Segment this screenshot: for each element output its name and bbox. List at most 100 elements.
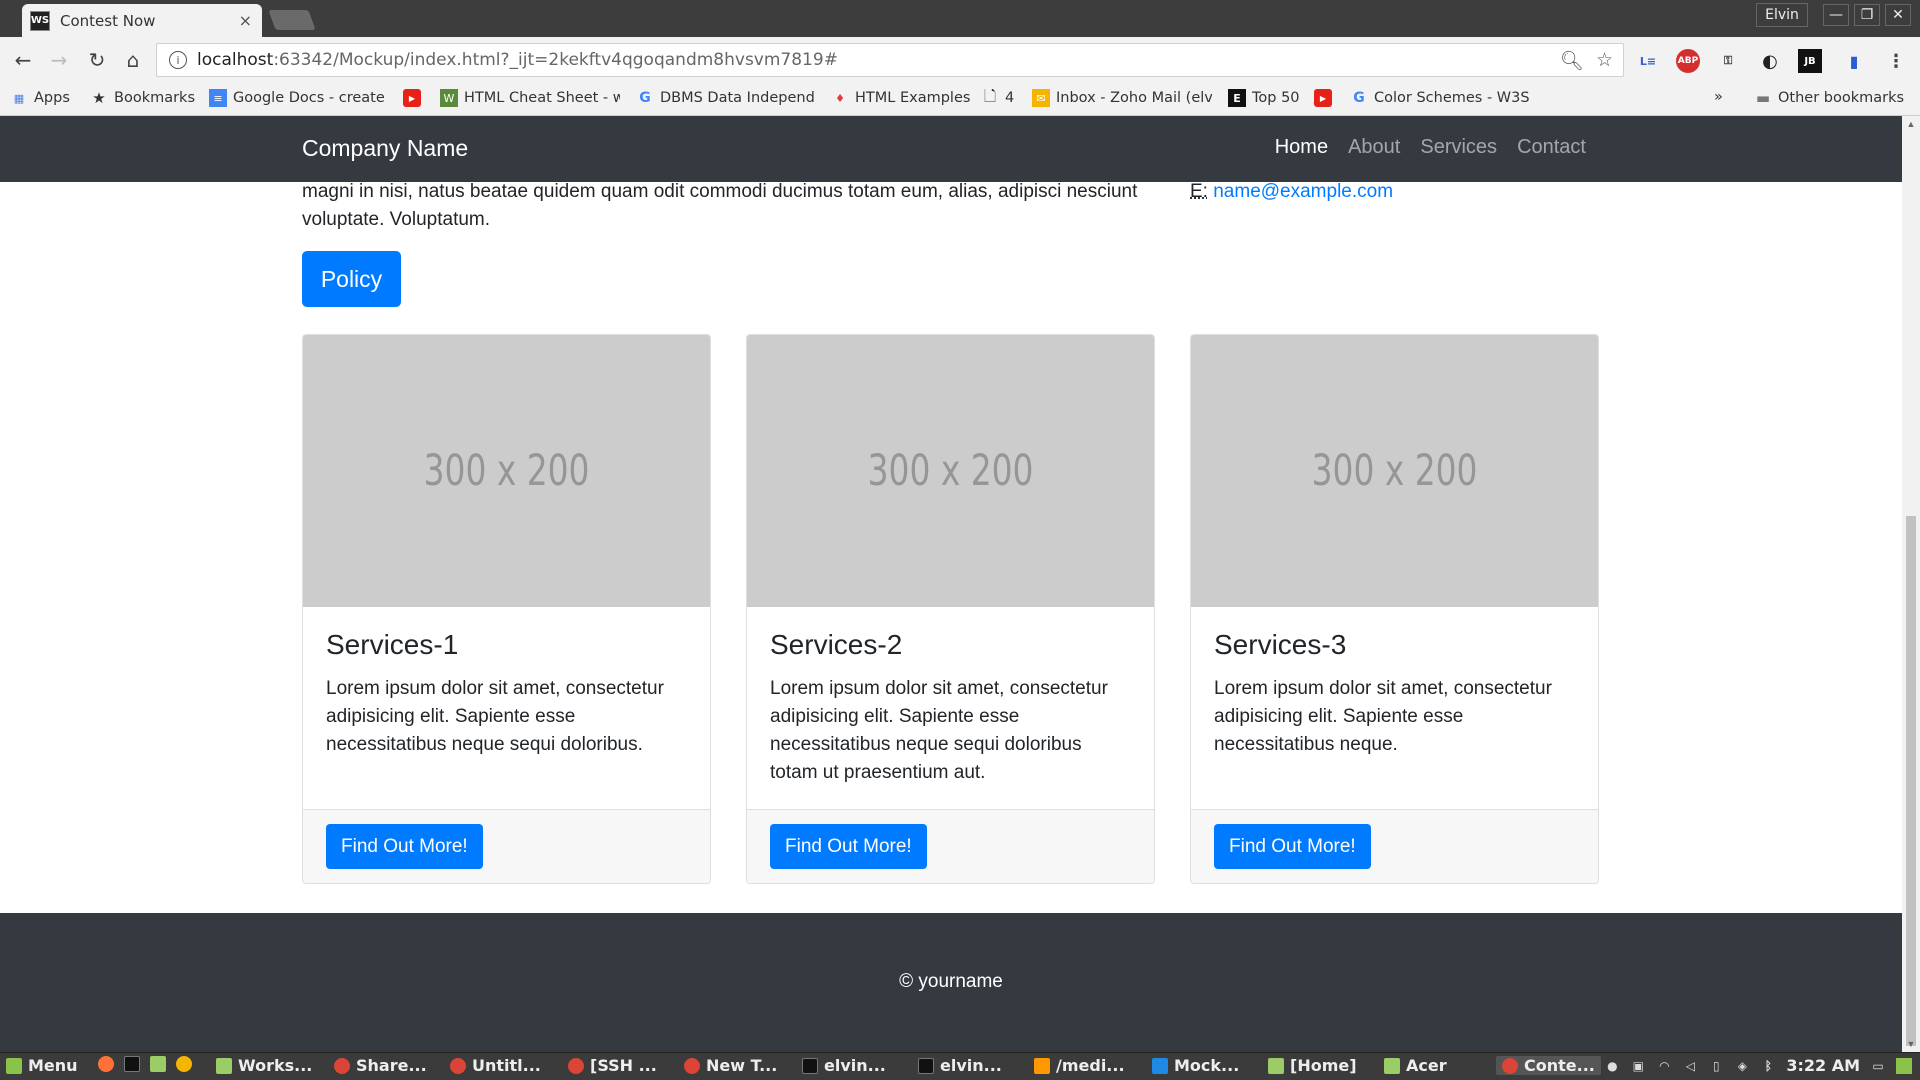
card-footer: Find Out More! (303, 809, 710, 883)
dark-mode-icon[interactable]: ◐ (1758, 49, 1782, 73)
find-out-more-button[interactable]: Find Out More! (1214, 824, 1371, 869)
terminal-icon (802, 1057, 818, 1074)
taskbar-window-3[interactable]: Untitl... (450, 1056, 541, 1075)
taskbar-window-9[interactable]: Mock... (1152, 1056, 1239, 1075)
bookmark-youtube-1[interactable]: ▶ (403, 89, 427, 107)
notification-icon[interactable] (1896, 1057, 1912, 1074)
taskbar-window-5[interactable]: New T... (684, 1056, 777, 1075)
card-image-placeholder: 300 x 200 (747, 335, 1154, 607)
youtube-icon: ▶ (1314, 89, 1332, 107)
browser-tab[interactable]: WS Contest Now × (22, 4, 262, 37)
taskbar-window-10[interactable]: [Home] (1268, 1056, 1357, 1075)
find-out-more-button[interactable]: Find Out More! (770, 824, 927, 869)
mint-menu-icon (6, 1057, 22, 1074)
info-icon[interactable]: i (169, 51, 187, 69)
reload-icon[interactable]: ↻ (82, 45, 112, 75)
taskbar-window-1[interactable]: Works... (216, 1056, 312, 1075)
jetbrains-icon[interactable]: JB (1798, 49, 1822, 73)
nav-services[interactable]: Services (1420, 136, 1497, 159)
page-icon: 🗋 (983, 89, 997, 105)
email-link[interactable]: name@example.com (1213, 181, 1393, 202)
scroll-down-icon[interactable]: ▼ (1902, 1036, 1920, 1052)
show-desktop-icon[interactable]: ▭ (1870, 1058, 1886, 1074)
bookmark-youtube-2[interactable]: ▶ (1314, 89, 1338, 107)
taskbar-window-2[interactable]: Share... (334, 1056, 427, 1075)
find-out-more-button[interactable]: Find Out More! (326, 824, 483, 869)
extension-lsc-icon[interactable]: L≡ (1636, 49, 1660, 73)
card-title: Services-1 (326, 629, 459, 660)
other-bookmarks[interactable]: ▬ Other bookmarks (1754, 89, 1904, 107)
restore-icon[interactable]: ❐ (1854, 4, 1880, 26)
bluetooth-icon[interactable]: ᛒ (1760, 1058, 1776, 1074)
card-text: Lorem ipsum dolor sit amet, consectetur … (770, 678, 1108, 783)
back-arrow-icon[interactable]: ← (8, 45, 38, 75)
close-icon[interactable]: × (239, 11, 252, 30)
taskbar-window-6[interactable]: elvin... (802, 1056, 886, 1075)
zoom-icon[interactable]: 🔍︎ (1560, 49, 1584, 72)
bookmark-color-schemes[interactable]: G Color Schemes - W3Sc (1350, 89, 1530, 107)
policy-button[interactable]: Policy (302, 251, 401, 307)
chrome-icon (334, 1057, 350, 1074)
forward-arrow-icon[interactable]: → (44, 45, 74, 75)
bookmarks-overflow-chevron[interactable]: » (1714, 89, 1723, 105)
folder-icon (1384, 1057, 1400, 1074)
launcher-chrome[interactable] (176, 1056, 198, 1072)
nav-home[interactable]: Home (1275, 136, 1328, 159)
bookmark-bookmarks[interactable]: ★ Bookmarks (90, 89, 195, 107)
page-viewport: Company Name Home About Services Contact… (0, 116, 1902, 1052)
taskbar-window-7[interactable]: elvin... (918, 1056, 1002, 1075)
extension-key-icon[interactable]: ⚿ (1716, 49, 1740, 73)
bookmark-google-docs[interactable]: ≡ Google Docs - create a (209, 89, 389, 107)
minimize-icon[interactable]: — (1823, 4, 1849, 26)
launcher-terminal[interactable] (124, 1056, 146, 1072)
card-text: Lorem ipsum dolor sit amet, consectetur … (1214, 678, 1552, 755)
extension-bar-icon[interactable]: ▮ (1842, 49, 1866, 73)
window-close-icon[interactable]: ✕ (1885, 4, 1911, 26)
home-icon[interactable]: ⌂ (118, 45, 148, 75)
clipboard-icon[interactable]: ▣ (1630, 1058, 1646, 1074)
nav-contact[interactable]: Contact (1517, 136, 1586, 159)
profile-button[interactable]: Elvin (1756, 3, 1808, 27)
bookmark-apps[interactable]: ▦ Apps (10, 89, 70, 107)
google-icon: G (1353, 90, 1365, 106)
intro-paragraph: magni in nisi, natus beatae quidem quam … (302, 181, 1138, 230)
user-icon[interactable]: ● (1604, 1058, 1620, 1074)
taskbar-window-4[interactable]: [SSH ... (568, 1056, 657, 1075)
bookmark-4[interactable]: 🗋 4 (981, 89, 1014, 107)
folder-icon (1268, 1057, 1284, 1074)
new-tab-button[interactable] (268, 10, 316, 30)
taskbar-window-8[interactable]: /medi... (1034, 1056, 1125, 1075)
bookmark-html-cheat-sheet[interactable]: W HTML Cheat Sheet - w (440, 89, 620, 107)
taskbar-window-11[interactable]: Acer (1384, 1056, 1447, 1075)
taskbar-window-active[interactable]: Conte... (1496, 1056, 1601, 1075)
terminal-icon (918, 1057, 934, 1074)
system-tray: ● ▣ ◠ ◁ ▯ ◈ ᛒ 3:22 AM ▭ (1604, 1056, 1912, 1075)
site-brand[interactable]: Company Name (302, 135, 468, 162)
folder-icon (150, 1056, 166, 1072)
site-navbar: Company Name Home About Services Contact (0, 116, 1902, 182)
shield-icon[interactable]: ◈ (1734, 1058, 1750, 1074)
wifi-icon[interactable]: ◠ (1656, 1058, 1672, 1074)
bookmark-dbms[interactable]: G DBMS Data Independ (636, 89, 816, 107)
menu-dots-icon[interactable]: ⋮ (1884, 49, 1908, 73)
launcher-files[interactable] (150, 1056, 172, 1072)
nav-about[interactable]: About (1348, 136, 1400, 159)
scrollbar-thumb[interactable] (1906, 516, 1916, 1046)
bookmark-top-50[interactable]: E Top 50 (1228, 89, 1300, 107)
address-bar[interactable]: i localhost:63342/Mockup/index.html?_ijt… (156, 43, 1624, 77)
bookmark-star-icon[interactable]: ☆ (1596, 49, 1613, 72)
scroll-up-icon[interactable]: ▲ (1902, 116, 1920, 132)
apps-grid-icon: ▦ (13, 91, 25, 105)
bookmark-zoho-mail[interactable]: ✉ Inbox - Zoho Mail (elv (1032, 89, 1212, 107)
url-path: :63342/Mockup/index.html?_ijt=2kekftv4qg… (273, 50, 838, 70)
start-menu-button[interactable]: Menu (6, 1056, 78, 1075)
battery-icon[interactable]: ▯ (1708, 1058, 1724, 1074)
card-title: Services-2 (770, 629, 903, 660)
clock[interactable]: 3:22 AM (1786, 1056, 1860, 1075)
page-scrollbar[interactable]: ▲ ▼ (1902, 116, 1920, 1052)
volume-icon[interactable]: ◁ (1682, 1058, 1698, 1074)
launcher-firefox[interactable] (98, 1056, 120, 1072)
bookmark-html-examples[interactable]: ♦ HTML Examples (831, 89, 970, 107)
browser-tab-strip: WS Contest Now × Elvin — ❐ ✕ (0, 0, 1920, 37)
adblock-plus-icon[interactable]: ABP (1676, 49, 1700, 73)
